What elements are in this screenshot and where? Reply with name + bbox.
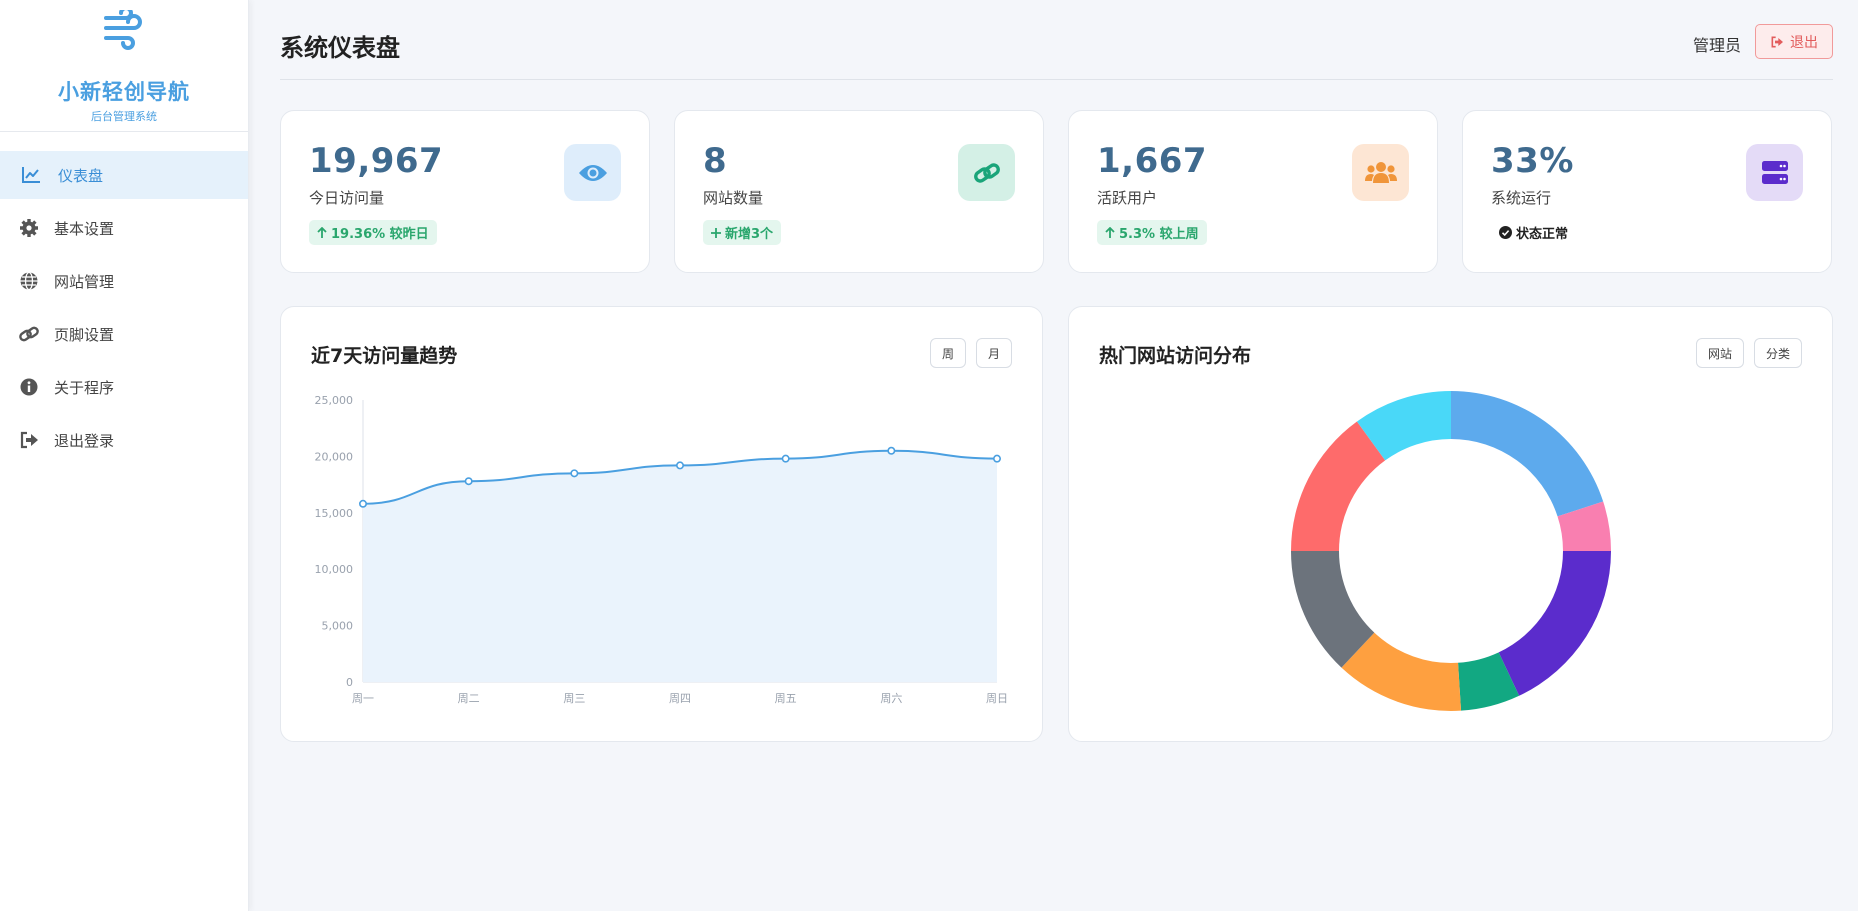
brand-subtitle: 后台管理系统 [91, 110, 157, 123]
logout-label: 退出 [1790, 33, 1818, 50]
x-tick-label: 周一 [352, 692, 374, 705]
x-tick-label: 周五 [775, 692, 797, 705]
sidebar-item-label: 页脚设置 [54, 325, 115, 344]
stat-label: 活跃用户 [1097, 189, 1158, 207]
range-week-button[interactable]: 周 [929, 338, 966, 368]
y-tick-label: 5,000 [322, 620, 354, 633]
x-tick-label: 周三 [563, 692, 585, 705]
plus-icon [711, 227, 721, 238]
brand: 小新轻创导航 后台管理系统 [0, 0, 248, 132]
check-circle-icon [1499, 226, 1512, 239]
sidebar-item-about[interactable]: 关于程序 [0, 363, 248, 411]
sidebar-item-basic-settings[interactable]: 基本设置 [0, 204, 248, 252]
y-tick-label: 0 [346, 676, 353, 689]
sidebar-nav: 仪表盘 基本设置 网站管理 页脚设置 关于程序 退出登录 [0, 151, 248, 464]
by-category-button[interactable]: 分类 [1753, 338, 1802, 368]
logout-button[interactable]: 退出 [1755, 24, 1833, 59]
sidebar-item-label: 基本设置 [54, 219, 115, 238]
stat-value: 1,667 [1097, 141, 1208, 181]
data-point[interactable] [570, 469, 579, 478]
sidebar-item-label: 退出登录 [54, 431, 115, 450]
trend-chart: 0 5,000 10,000 15,000 20,000 25,000 周一 周二 周三 周四 周五… [315, 394, 1009, 705]
data-point[interactable] [781, 454, 790, 463]
info-icon [18, 376, 40, 398]
y-tick-label: 20,000 [315, 450, 354, 463]
sidebar-item-logout[interactable]: 退出登录 [0, 416, 248, 464]
stat-badge: 5.3% 较上周 [1097, 220, 1207, 245]
gear-icon [18, 217, 40, 239]
globe-icon [18, 270, 40, 292]
pie-slice[interactable] [1498, 551, 1611, 696]
brand-title: 小新轻创导航 [58, 80, 190, 104]
pie-slice[interactable] [1451, 391, 1604, 517]
wind-icon [102, 6, 146, 50]
header: 系统仪表盘 管理员 退出 [280, 0, 1833, 80]
arrow-up-icon [317, 226, 327, 238]
trend-panel-title: 近7天访问量趋势 [311, 345, 458, 367]
range-month-button[interactable]: 月 [975, 338, 1012, 368]
distribution-panel-title: 热门网站访问分布 [1099, 345, 1252, 367]
stat-badge-text: 新增3个 [725, 227, 774, 242]
link-icon [18, 323, 40, 345]
stat-value: 33% [1491, 141, 1574, 181]
admin-name: 管理员 [1692, 36, 1741, 55]
link-icon [958, 144, 1015, 201]
x-tick-label: 周日 [986, 692, 1008, 705]
stat-card-visits: 19,967 今日访问量 19.36% 较昨日 [280, 110, 650, 273]
stat-card-users: 1,667 活跃用户 5.3% 较上周 [1068, 110, 1438, 273]
sidebar-item-footer-settings[interactable]: 页脚设置 [0, 310, 248, 358]
stat-badge-text: 19.36% 较昨日 [331, 227, 429, 242]
y-tick-label: 15,000 [315, 507, 354, 520]
stat-badge-text: 状态正常 [1516, 227, 1569, 242]
sign-out-icon [1771, 36, 1783, 47]
distribution-chart [1291, 391, 1611, 711]
stat-card-sites: 8 网站数量 新增3个 [674, 110, 1044, 273]
area-fill [363, 450, 997, 682]
arrow-up-icon [1105, 226, 1115, 238]
stat-badge: 状态正常 [1491, 220, 1576, 245]
server-icon [1746, 144, 1803, 201]
users-icon [1352, 144, 1409, 201]
sidebar-item-label: 关于程序 [54, 378, 115, 397]
x-tick-label: 周六 [880, 692, 902, 705]
stat-label: 系统运行 [1491, 189, 1552, 207]
stat-value: 8 [703, 141, 728, 181]
stat-label: 网站数量 [703, 189, 764, 207]
stat-value: 19,967 [309, 141, 444, 181]
sign-out-icon [18, 429, 40, 451]
sidebar: 小新轻创导航 后台管理系统 仪表盘 基本设置 网站管理 页脚设置 关于程序 退出… [0, 0, 249, 911]
by-site-button[interactable]: 网站 [1695, 338, 1744, 368]
sidebar-item-dashboard[interactable]: 仪表盘 [0, 151, 248, 199]
page-title: 系统仪表盘 [280, 34, 400, 62]
data-point[interactable] [887, 446, 896, 455]
data-point[interactable] [675, 461, 684, 470]
trend-panel: 0 5,000 10,000 15,000 20,000 25,000 周一 周二 周三 周四 周五… [280, 306, 1043, 742]
stat-label: 今日访问量 [309, 189, 385, 207]
pie-slice[interactable] [1291, 421, 1386, 551]
distribution-panel: 热门网站访问分布 网站 分类 [1068, 306, 1833, 742]
data-point[interactable] [359, 499, 368, 508]
data-point[interactable] [992, 454, 1001, 463]
data-point[interactable] [464, 477, 473, 486]
sidebar-item-site-management[interactable]: 网站管理 [0, 257, 248, 305]
sidebar-item-label: 仪表盘 [58, 166, 104, 185]
stat-card-system: 33% 系统运行 状态正常 [1462, 110, 1832, 273]
stat-badge-text: 5.3% 较上周 [1119, 227, 1199, 242]
stat-badge: 19.36% 较昨日 [309, 220, 437, 245]
x-tick-label: 周二 [458, 692, 480, 705]
x-tick-label: 周四 [669, 692, 691, 705]
chart-line-icon [20, 164, 42, 186]
eye-icon [564, 144, 621, 201]
y-tick-label: 10,000 [315, 563, 354, 576]
y-tick-label: 25,000 [315, 394, 354, 407]
trend-range-buttons: 周 月 [929, 338, 1012, 368]
distribution-toggle-buttons: 网站 分类 [1695, 338, 1802, 368]
stat-badge: 新增3个 [703, 220, 782, 245]
sidebar-item-label: 网站管理 [54, 272, 115, 291]
